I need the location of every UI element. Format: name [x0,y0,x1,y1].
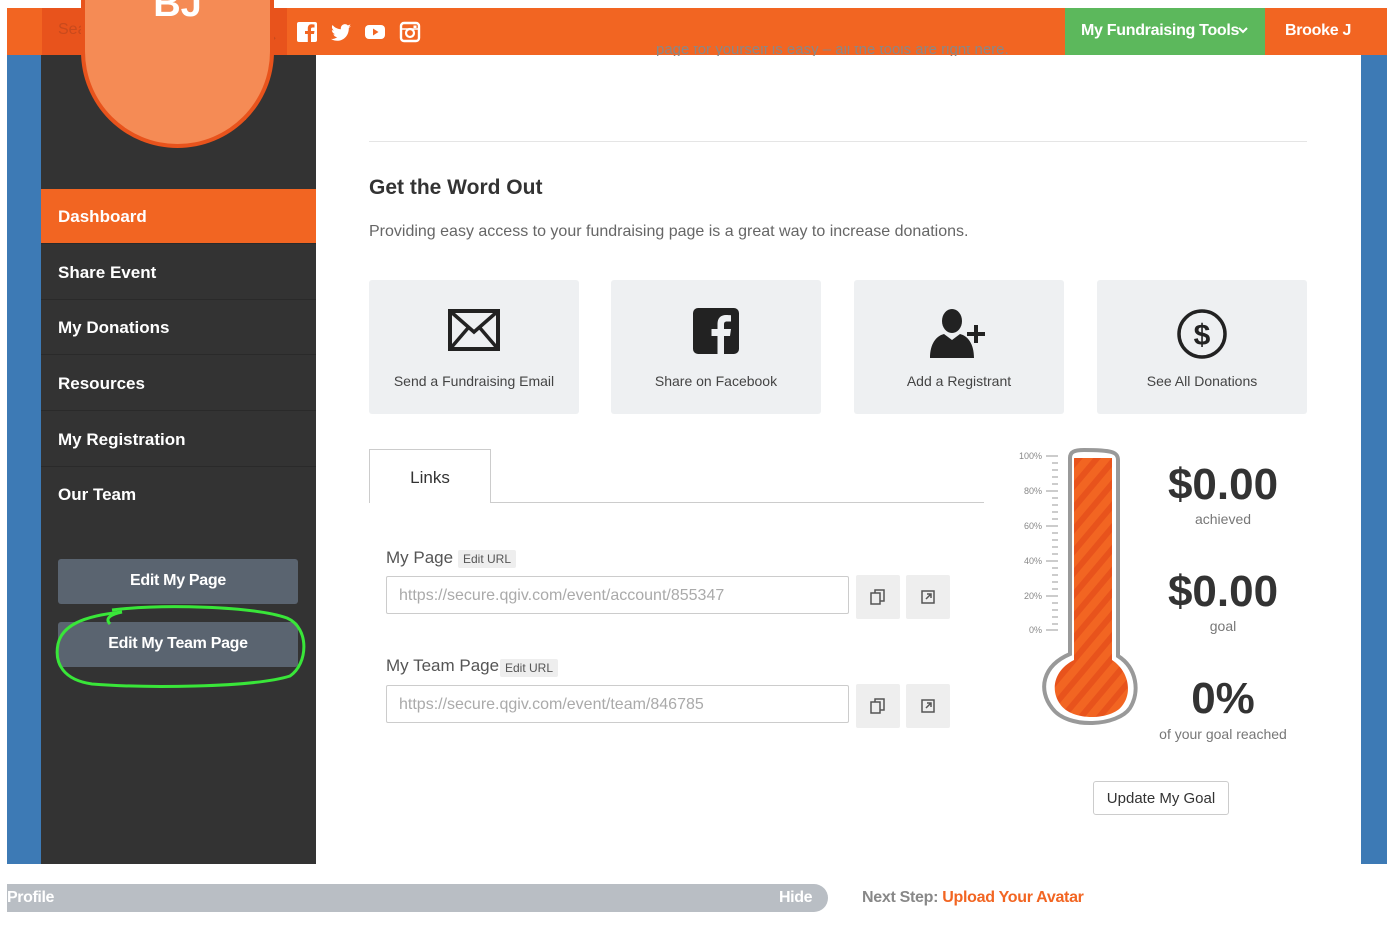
section-title: Get the Word Out [369,176,543,199]
sidebar-item-dashboard[interactable]: Dashboard [41,189,316,244]
goal-percent: 0% [1191,674,1255,723]
copy-icon [870,698,885,714]
scale-label: 40% [1024,556,1042,566]
update-goal-button[interactable]: Update My Goal [1093,781,1229,815]
tab-links[interactable]: Links [369,449,491,503]
avatar-initials: BJ [153,0,202,25]
add-registrant-card[interactable]: Add a Registrant [854,280,1064,414]
see-donations-card[interactable]: $ See All Donations [1097,280,1307,414]
upload-avatar-link[interactable]: Upload Your Avatar [942,889,1084,906]
copy-icon [870,589,885,605]
open-team-page-button[interactable] [906,684,950,728]
add-registrant-label: Add a Registrant [906,373,1012,389]
achieved-label: achieved [1194,511,1252,527]
copy-my-page-url-button[interactable] [856,575,900,619]
profile-progress-bar[interactable]: Profile Hide [7,884,828,912]
sidebar-item-my-donations[interactable]: My Donations [41,300,316,355]
fundraising-tools-dropdown[interactable]: My Fundraising Tools [1065,8,1265,55]
edit-my-page-button[interactable]: Edit My Page [58,559,298,604]
highlight-annotation [55,605,306,688]
sidebar-item-our-team[interactable]: Our Team [41,467,316,522]
my-page-label: My Page [386,548,454,567]
achieved-amount: $0.00 [1167,460,1279,509]
share-facebook-card[interactable]: Share on Facebook [611,280,821,414]
edit-my-page-url-button[interactable]: Edit URL [458,550,517,568]
sidebar-item-share-event[interactable]: Share Event [41,245,316,300]
avatar: BJ [81,0,274,148]
hide-button[interactable]: Hide [779,889,812,907]
envelope-icon [448,309,500,351]
goal-percent-label: of your goal reached [1159,726,1287,742]
facebook-icon[interactable] [296,21,318,43]
external-link-icon [921,699,935,713]
sidebar-item-resources[interactable]: Resources [41,356,316,411]
profile-label: Profile [7,889,54,906]
section-description: Providing easy access to your fundraisin… [369,223,969,240]
my-page-url-field[interactable]: https://secure.qgiv.com/event/account/85… [386,576,849,614]
sidebar-item-my-registration[interactable]: My Registration [41,412,316,467]
intro-text: page for yourself is easy – all the tool… [656,46,1009,56]
instagram-icon[interactable] [399,21,421,43]
edit-team-page-url-button[interactable]: Edit URL [500,659,559,677]
goal-label: goal [1209,618,1237,634]
frame-border-left [7,8,41,864]
send-email-label: Send a Fundraising Email [393,373,555,389]
sidebar: BJ Dashboard Share Event My Donations Re… [41,0,316,864]
next-step: Next Step: Upload Your Avatar [862,889,1084,907]
fundraising-tools-label: My Fundraising Tools [1081,22,1240,39]
scale-label: 0% [1029,625,1042,635]
page: Search My Fundraising Tools [0,0,1387,928]
frame-border-right [1361,8,1387,864]
scale-label: 100% [1019,451,1042,461]
add-user-icon [930,309,985,358]
goal-thermometer: 100% 80% 60% 40% 20% 0% [1019,447,1138,725]
next-step-prefix: Next Step: [862,889,939,906]
open-my-page-button[interactable] [906,575,950,619]
scale-label: 60% [1024,521,1042,531]
team-page-url-field[interactable]: https://secure.qgiv.com/event/team/84678… [386,685,849,723]
share-facebook-label: Share on Facebook [654,373,778,389]
svg-text:$: $ [1194,319,1211,352]
dollar-circle-icon: $ [1177,309,1227,359]
twitter-icon[interactable] [330,21,352,43]
facebook-icon [693,308,739,354]
team-page-label: My Team Page [386,656,500,675]
see-donations-label: See All Donations [1146,373,1258,389]
user-menu[interactable]: Brooke J [1285,22,1351,40]
youtube-icon[interactable] [364,21,386,43]
external-link-icon [921,590,935,604]
scale-label: 80% [1024,486,1042,496]
scale-label: 20% [1024,591,1042,601]
chevron-down-icon [1238,27,1248,34]
section-divider [369,141,1307,142]
goal-amount: $0.00 [1167,567,1279,616]
send-email-card[interactable]: Send a Fundraising Email [369,280,579,414]
copy-team-page-url-button[interactable] [856,684,900,728]
